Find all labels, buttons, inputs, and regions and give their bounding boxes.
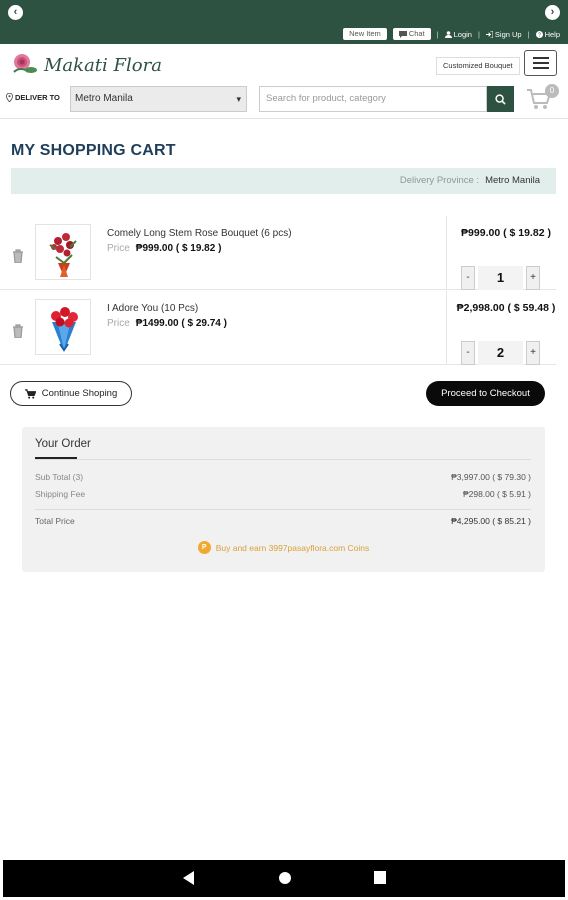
divider: |	[436, 29, 439, 39]
coins-text: Buy and earn 3997pasayflora.com Coins	[215, 542, 370, 553]
customized-bouquet-button[interactable]: Customized Bouquet	[436, 57, 520, 75]
quantity-field[interactable]: 1	[478, 266, 523, 290]
rose-bouquet-image	[51, 307, 78, 352]
heading-underline	[35, 457, 77, 459]
divider: |	[527, 29, 530, 39]
coins-promo: P Buy and earn 3997pasayflora.com Coins	[22, 541, 545, 554]
chevron-down-icon: ▾	[236, 94, 241, 104]
cart-count-badge: 0	[545, 84, 559, 98]
delivery-province-label: Delivery Province :	[399, 175, 480, 186]
search-input[interactable]: Search for product, category	[259, 86, 487, 112]
chat-button[interactable]: Chat	[392, 28, 431, 40]
increase-qty-button[interactable]: +	[526, 266, 540, 290]
chat-label: Chat	[408, 29, 425, 38]
user-icon	[444, 30, 452, 38]
order-heading: Your Order	[35, 438, 91, 450]
shipping-row: Shipping Fee ₱298.00 ( $ 5.91 )	[35, 489, 531, 499]
line-total: ₱999.00 ( $ 19.82 )	[461, 227, 551, 239]
forward-arrow-icon[interactable]: ›	[545, 5, 560, 20]
order-summary: Your Order Sub Total (3) ₱3,997.00 ( $ 7…	[22, 427, 545, 572]
divider	[35, 509, 531, 510]
delivery-province-bar: Delivery Province : Metro Manila	[11, 168, 556, 194]
subtotal-value: ₱3,997.00 ( $ 79.30 )	[451, 472, 531, 482]
divider: |	[477, 29, 480, 39]
deliver-to-text: DELIVER TO	[15, 93, 60, 102]
cart-item: Comely Long Stem Rose Bouquet (6 pcs) Pr…	[0, 216, 556, 290]
subtotal-row: Sub Total (3) ₱3,997.00 ( $ 79.30 )	[35, 472, 531, 482]
rose-bouquet-image	[49, 233, 77, 277]
product-price: Price ₱999.00 ( $ 19.82 )	[107, 243, 221, 254]
hamburger-menu-icon[interactable]	[524, 50, 557, 76]
subtotal-label: Sub Total (3)	[35, 472, 84, 482]
price-value: ₱1499.00 ( $ 29.74 )	[135, 318, 227, 329]
proceed-to-checkout-button[interactable]: Proceed to Checkout	[426, 381, 545, 406]
product-image[interactable]	[35, 224, 91, 280]
top-links: New Item Chat | Login | Sign Up | ? Help	[343, 27, 560, 41]
search-icon	[495, 93, 506, 105]
price-label: Price	[107, 318, 130, 329]
increase-qty-button[interactable]: +	[526, 341, 540, 365]
total-label: Total Price	[35, 516, 75, 526]
system-nav-bar	[3, 860, 565, 897]
home-icon[interactable]	[278, 871, 292, 885]
cart-icon	[24, 388, 36, 399]
trash-icon[interactable]	[12, 249, 24, 263]
rose-logo-icon	[13, 54, 37, 73]
logo-text: Makati Flora	[44, 54, 162, 76]
price-value: ₱999.00 ( $ 19.82 )	[135, 243, 222, 254]
svg-text:?: ?	[538, 32, 541, 37]
sign-in-icon	[485, 30, 493, 38]
cart-item: I Adore You (10 Pcs) Price ₱1499.00 ( $ 2…	[0, 291, 556, 365]
shipping-value: ₱298.00 ( $ 5.91 )	[462, 489, 531, 499]
delivery-province-value: Metro Manila	[485, 175, 540, 186]
deliver-to-label: DELIVER TO	[6, 93, 60, 102]
location-pin-icon	[6, 93, 13, 102]
price-label: Price	[107, 243, 130, 254]
help-label: Help	[544, 29, 560, 39]
total-value: ₱4,295.00 ( $ 85.21 )	[451, 516, 531, 526]
product-name[interactable]: Comely Long Stem Rose Bouquet (6 pcs)	[107, 228, 292, 239]
logo[interactable]: Makati Flora	[10, 52, 162, 78]
province-select[interactable]: Metro Manila ▾	[70, 86, 247, 112]
province-select-value: Metro Manila	[75, 93, 133, 104]
continue-shopping-button[interactable]: Continue Shoping	[10, 381, 132, 406]
product-name[interactable]: I Adore You (10 Pcs)	[107, 303, 198, 314]
chat-icon	[398, 30, 407, 38]
quantity-stepper: - 2 +	[461, 341, 540, 365]
signup-label: Sign Up	[494, 29, 522, 39]
search-button[interactable]	[487, 86, 514, 112]
quantity-field[interactable]: 2	[478, 341, 523, 365]
site-header: Makati Flora Customized Bouquet DELIVER …	[0, 44, 568, 119]
new-item-button[interactable]: New Item	[343, 28, 387, 40]
top-bar: ‹ › New Item Chat | Login | Sign Up | ? …	[0, 0, 568, 44]
coin-icon: P	[197, 541, 211, 554]
trash-icon[interactable]	[12, 324, 24, 338]
new-item-label: New Item	[349, 29, 381, 38]
divider	[35, 459, 531, 460]
total-row: Total Price ₱4,295.00 ( $ 85.21 )	[35, 516, 531, 526]
product-image[interactable]	[35, 299, 91, 355]
back-arrow-icon[interactable]: ‹	[8, 5, 23, 20]
back-icon[interactable]	[183, 871, 195, 885]
signup-link[interactable]: Sign Up	[485, 29, 522, 39]
quantity-stepper: - 1 +	[461, 266, 540, 290]
help-link[interactable]: ? Help	[535, 29, 560, 39]
login-label: Login	[453, 29, 472, 39]
product-price: Price ₱1499.00 ( $ 29.74 )	[107, 318, 227, 329]
recents-icon[interactable]	[374, 871, 386, 884]
decrease-qty-button[interactable]: -	[461, 341, 475, 365]
line-total: ₱2,998.00 ( $ 59.48 )	[456, 302, 556, 314]
continue-shopping-label: Continue Shoping	[41, 388, 118, 399]
login-link[interactable]: Login	[444, 29, 472, 39]
shipping-label: Shipping Fee	[35, 489, 86, 499]
question-icon: ?	[535, 30, 543, 38]
decrease-qty-button[interactable]: -	[461, 266, 475, 290]
divider	[446, 216, 447, 290]
page-title: MY SHOPPING CART	[11, 142, 176, 159]
divider	[446, 291, 447, 365]
